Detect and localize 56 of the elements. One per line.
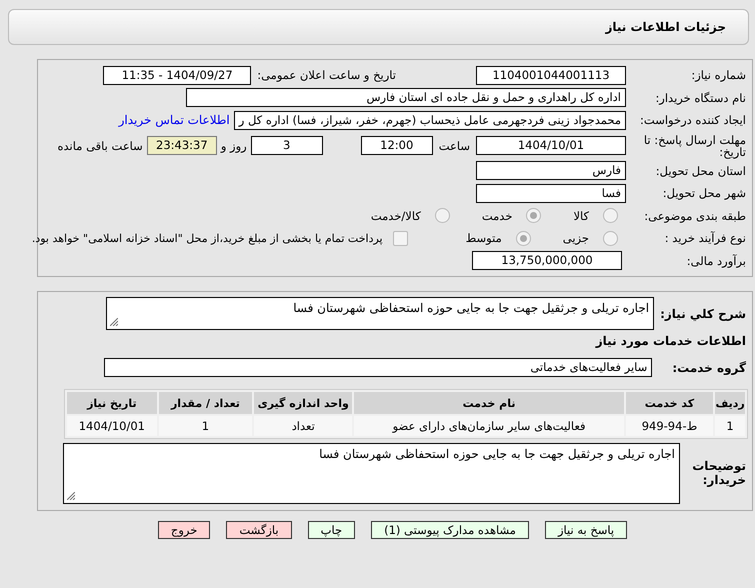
deadline-time-field: 12:00 [360,136,433,155]
field-label: نام دستگاه خریدار: [654,90,746,105]
field-label: توضیحات خریدار: [691,459,746,487]
province-field: فارس [476,161,626,180]
description-textarea[interactable]: اجاره تریلی و جرثقیل جهت جا به جایی حوزه استحفاظی شهرستان فسا [106,297,654,330]
column-header: ردیف [715,392,745,414]
column-header: کد خدمت [626,392,714,414]
page-title: جزئیات اطلاعات نیاز [605,20,726,34]
field-label: برآورد مالی: [686,254,746,268]
field-label: شهر محل تحویل: [662,186,746,200]
field-label: شرح کلي نياز: [660,307,746,321]
radio-label: جزیی [562,231,589,246]
city-field: فسا [476,184,626,203]
action-button[interactable]: خروج [158,521,210,539]
action-button[interactable]: پاسخ به نیاز [544,521,628,539]
deadline-date-field: 1404/10/01 [476,136,626,155]
table-cell: 1404/10/01 [67,416,157,436]
field-label: استان محل تحویل: [654,164,746,178]
remaining-time-field: 23:43:37 [146,136,217,155]
buyer-notes-textarea[interactable]: اجاره تریلی و جرثقیل جهت جا به جایی حوزه استحفاظی شهرستان فسا [63,443,680,504]
need-number-field: 1104001044001113 [476,66,626,85]
field-label: مهلت ارسال پاسخ: تا تاریخ: [642,134,746,158]
column-header: تاریخ نیاز [67,392,157,414]
action-button[interactable]: مشاهده مدارک پیوستی (1) [371,521,529,539]
field-label: ساعت [438,138,470,152]
buyer-org-field: اداره کل راهداری و حمل و نقل جاده ای استان فارس [186,88,626,108]
radio-label: کالا [573,208,589,223]
days-field: 3 [250,136,323,155]
column-header: تعداد / مقدار [158,392,252,414]
checkbox-label: پرداخت تمام یا بخشی از مبلغ خرید،از محل "اسناد خزانه اسلامی" خواهد بود. [32,232,383,245]
service-group-field: سایر فعالیت‌های خدماتی [104,358,652,377]
field-label: روز و [220,138,247,152]
table-cell: ط-94-949 [626,416,714,436]
announce-date-field: 1404/09/27 - 11:35 [103,66,252,85]
column-header: واحد اندازه گیری [254,392,352,414]
budget-field: 13,750,000,000 [472,251,622,270]
radio-label: خدمت [482,208,512,223]
field-label: گروه خدمت: [672,360,746,374]
table-cell: 1 [715,416,745,436]
table-cell: تعداد [254,416,352,436]
action-button[interactable]: بازگشت [226,521,292,539]
field-label: ایجاد کننده درخواست: [639,113,746,128]
section-title: اطلاعات خدمات مورد نیاز [594,334,746,348]
buyer-contact-link[interactable]: اطلاعات تماس خریدار [118,113,230,128]
field-label: طبقه بندی موضوعی: [643,208,746,223]
table-cell: فعالیت‌های سایر سازمان‌های دارای عضو [354,416,624,436]
field-label: نوع فرآیند خرید : [664,231,746,246]
table-cell: 1 [158,416,252,436]
radio-label: متوسط [466,231,502,246]
requester-field: محمدجواد زینی فردجهرمی عامل ذیحساب (جهرم، خفر، شیراز، فسا) اداره کل ر [234,110,626,130]
field-label: ساعت باقی مانده [58,138,143,152]
field-label: شماره نیاز: [690,68,746,82]
column-header: نام خدمت [354,392,624,414]
field-label: تاریخ و ساعت اعلان عمومی: [257,68,396,82]
radio-label: کالا/خدمت [370,208,421,223]
action-button[interactable]: چاپ [308,521,356,539]
